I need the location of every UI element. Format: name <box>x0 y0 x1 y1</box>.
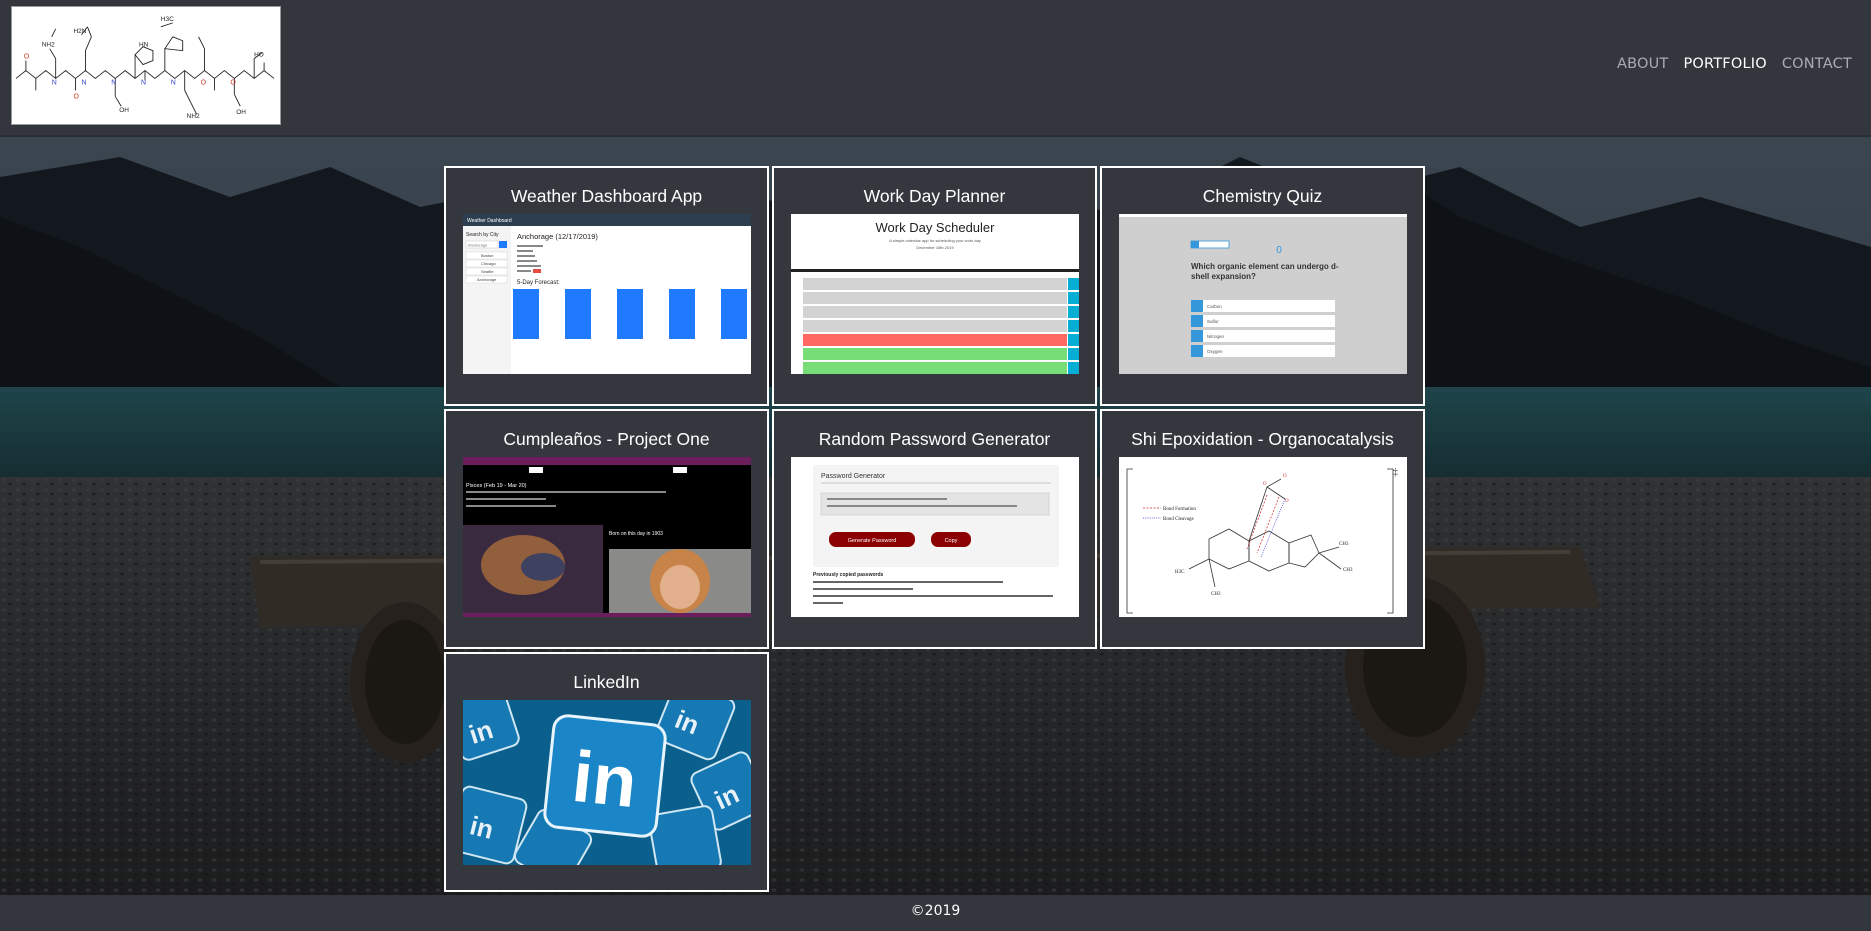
svg-text:O: O <box>74 93 80 100</box>
weather-city-item: Seattle <box>481 269 494 274</box>
weather-dashboard-screenshot: Weather Dashboard Search by City Anchora… <box>463 214 751 374</box>
quiz-score: 0 <box>1276 245 1282 256</box>
linkedin-logo-image: in in in in in <box>463 700 751 865</box>
main-nav: ABOUT PORTFOLIO CONTACT <box>1617 56 1852 72</box>
portfolio-card-cumpleanos[interactable]: Cumpleaños - Project One Pisces (Feb 19 … <box>444 409 769 649</box>
card-title: Cumpleaños - Project One <box>503 429 710 449</box>
generate-password-button: Generate Password <box>848 538 897 544</box>
svg-text:H3C: H3C <box>1175 570 1185 575</box>
quiz-answer: Nitrogen <box>1207 334 1225 339</box>
svg-text:O: O <box>201 79 207 86</box>
svg-text:N: N <box>171 79 176 86</box>
svg-text:NH2: NH2 <box>187 113 200 120</box>
svg-text:O: O <box>1285 499 1289 504</box>
cumpleanos-heading: Pisces (Feb 19 - Mar 20) <box>466 483 527 489</box>
work-day-planner-screenshot: Work Day Scheduler A simple calendar app… <box>791 214 1079 374</box>
quiz-answer: Sulfur <box>1207 319 1219 324</box>
svg-text:CH3: CH3 <box>1343 568 1353 573</box>
svg-text:NH2: NH2 <box>42 42 55 49</box>
svg-text:‡: ‡ <box>1393 467 1398 478</box>
shi-epoxidation-screenshot: Bond Formation Bond Cleavage O O O H3C CH3 C… <box>1119 457 1407 617</box>
weather-search-value: Anchorage <box>468 243 488 248</box>
svg-text:N: N <box>111 79 116 86</box>
previous-passwords-label: Previously copied passwords <box>813 572 884 578</box>
cumpleanos-born-text: Born on this day in 1903 <box>609 531 663 537</box>
card-title: Weather Dashboard App <box>510 186 703 206</box>
weather-search-label: Search by City <box>466 232 499 238</box>
svg-text:OH: OH <box>236 109 246 116</box>
svg-text:O: O <box>1283 474 1287 479</box>
svg-text:CH3: CH3 <box>1211 592 1221 597</box>
svg-text:OH: OH <box>119 107 129 114</box>
chemistry-quiz-screenshot: 0 Which organic element can undergo d-sh… <box>1119 214 1407 374</box>
svg-text:O: O <box>1263 482 1267 487</box>
portfolio-card-weather-dashboard[interactable]: Weather Dashboard App Weather Dashboard … <box>444 166 769 406</box>
portfolio-card-password-generator[interactable]: Random Password Generator Password Gener… <box>772 409 1097 649</box>
card-title: Shi Epoxidation - Organocatalysis <box>1131 429 1394 449</box>
svg-text:CH3: CH3 <box>1339 542 1349 547</box>
linkedin-logo-text: in <box>569 737 641 823</box>
card-title: Random Password Generator <box>818 429 1051 449</box>
planner-subheading: A simple calendar app for scheduling you… <box>889 238 980 243</box>
portfolio-card-chemistry-quiz[interactable]: Chemistry Quiz 0 Which organic element c… <box>1100 166 1425 406</box>
svg-text:O: O <box>24 54 30 61</box>
weather-forecast-heading: 5-Day Forecast: <box>517 280 560 286</box>
svg-text:O: O <box>230 79 236 86</box>
planner-date: December 16th 2019 <box>916 245 954 250</box>
portfolio-card-work-day-planner[interactable]: Work Day Planner Work Day Scheduler A si… <box>772 166 1097 406</box>
copy-button: Copy <box>945 538 958 544</box>
quiz-answer: Oxygen <box>1207 349 1223 354</box>
copyright-text: ©2019 <box>910 903 961 919</box>
svg-text:H3C: H3C <box>161 16 174 23</box>
password-heading: Password Generator <box>821 473 886 480</box>
weather-app-name: Weather Dashboard <box>467 218 512 224</box>
portfolio-card-linkedin[interactable]: LinkedIn in in in in in <box>444 652 769 892</box>
peptide-structure-icon: N N N N N O O O O NH2 H2N H3C OH NH2 OH HO HN <box>15 16 275 120</box>
legend-bond-formation: Bond Formation <box>1163 507 1196 512</box>
site-footer: ©2019 <box>0 895 1871 931</box>
svg-text:N: N <box>81 79 86 86</box>
portfolio-card-shi-epoxidation[interactable]: Shi Epoxidation - Organocatalysis Bond F… <box>1100 409 1425 649</box>
weather-city-item: Boston <box>481 253 493 258</box>
planner-heading: Work Day Scheduler <box>876 220 996 235</box>
nav-contact-link[interactable]: CONTACT <box>1782 56 1852 72</box>
legend-bond-cleavage: Bond Cleavage <box>1163 517 1194 522</box>
logo-peptide-structure[interactable]: N N N N N O O O O NH2 H2N H3C OH NH2 OH HO HN <box>11 6 281 125</box>
quiz-answer: Carbon <box>1207 304 1222 309</box>
svg-text:N: N <box>52 79 57 86</box>
svg-text:HN: HN <box>139 42 149 49</box>
site-header: N N N N N O O O O NH2 H2N H3C OH NH2 OH HO HN ABOUT P… <box>0 0 1871 136</box>
weather-city-heading: Anchorage (12/17/2019) <box>517 232 598 241</box>
weather-city-item: Chicago <box>481 261 496 266</box>
portfolio-grid: Weather Dashboard App Weather Dashboard … <box>444 166 1426 892</box>
quiz-question: Which organic element can undergo d-shel… <box>1191 262 1339 281</box>
password-generator-screenshot: Password Generator Generate Password Cop… <box>791 457 1079 617</box>
nav-about-link[interactable]: ABOUT <box>1617 56 1669 72</box>
cumpleanos-screenshot: Pisces (Feb 19 - Mar 20) Born on this da… <box>463 457 751 617</box>
svg-text:N: N <box>141 79 146 86</box>
card-title: LinkedIn <box>573 672 640 692</box>
card-title: Chemistry Quiz <box>1202 186 1323 206</box>
svg-text:HO: HO <box>254 52 264 59</box>
nav-portfolio-link[interactable]: PORTFOLIO <box>1683 56 1766 72</box>
svg-text:H2N: H2N <box>74 28 87 35</box>
weather-city-item: Anchorage <box>477 277 497 282</box>
card-title: Work Day Planner <box>863 186 1006 206</box>
